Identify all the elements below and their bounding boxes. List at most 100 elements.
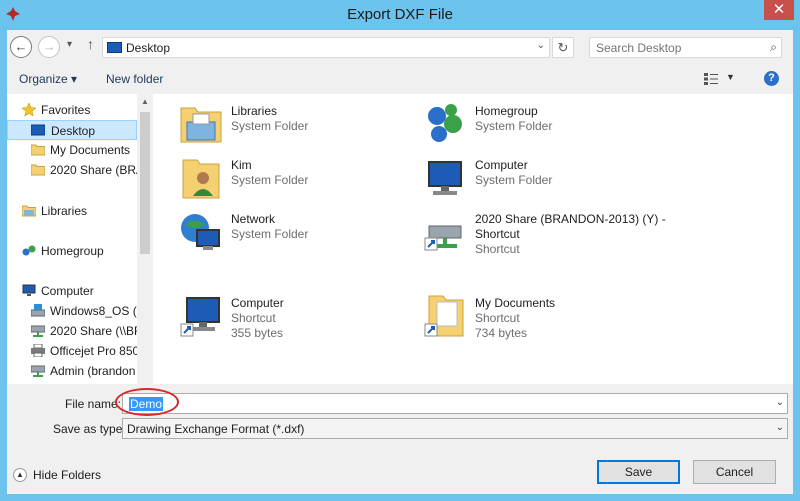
file-item-homegroup[interactable]: Homegroup System Folder [423, 102, 653, 152]
title-bar[interactable]: Export DXF File ✕ [0, 0, 800, 30]
view-options-dropdown[interactable]: ▼ [726, 72, 735, 82]
file-type: Shortcut [231, 311, 276, 325]
file-name: My Documents [475, 296, 556, 310]
sidebar-item-label: Desktop [51, 124, 96, 138]
folder-icon [31, 164, 45, 176]
file-name-dropdown-button[interactable]: ⌄ [776, 397, 784, 408]
computer-icon [22, 284, 36, 296]
up-button[interactable]: ↑ [87, 36, 94, 52]
file-type: System Folder [475, 119, 553, 133]
file-name: Computer [475, 158, 528, 172]
file-item-kim[interactable]: Kim System Folder [179, 156, 409, 206]
search-icon[interactable]: ⌕ [770, 40, 777, 55]
star-icon [22, 103, 36, 116]
command-bar: Organize ▾ New folder ▼ ? [7, 64, 793, 94]
file-item-libraries[interactable]: Libraries System Folder [179, 102, 409, 152]
sidebar-item-label: Favorites [41, 103, 91, 117]
desktop-icon [31, 124, 45, 136]
save-button[interactable]: Save [597, 460, 680, 484]
sidebar-item-label: Officejet Pro 850 [50, 344, 137, 358]
forward-button[interactable]: → [38, 36, 60, 58]
folder-shortcut-icon [424, 295, 464, 337]
file-name: 2020 Share (BRANDON-2013) (Y) - Shortcut [475, 212, 666, 242]
save-as-type-dropdown-button[interactable]: ⌄ [776, 422, 784, 433]
desktop-icon [107, 42, 122, 53]
search-input[interactable] [596, 41, 756, 55]
scrollbar-thumb[interactable] [140, 112, 150, 254]
sidebar-item-label: My Documents [50, 143, 131, 157]
chevron-up-icon: ▲ [13, 468, 27, 482]
file-list: Libraries System Folder Homegroup System… [153, 94, 793, 384]
organize-button[interactable]: Organize ▾ [19, 72, 77, 86]
homegroup-icon [22, 245, 36, 256]
file-name: Network [231, 212, 276, 226]
back-button[interactable]: ← [10, 36, 32, 58]
hide-folders-label: Hide Folders [33, 468, 102, 482]
sidebar-item-label: Computer [41, 284, 94, 298]
libraries-folder-icon [180, 107, 222, 143]
cancel-button[interactable]: Cancel [693, 460, 776, 484]
sidebar-item-computer[interactable]: Computer [7, 281, 137, 301]
save-as-type-value: Drawing Exchange Format (*.dxf) [127, 422, 305, 436]
save-as-type-label: Save as type: [53, 422, 126, 436]
file-item-my-documents-shortcut[interactable]: My Documents Shortcut 734 bytes [423, 294, 653, 344]
sidebar-item-label: Windows8_OS (C [50, 304, 137, 318]
network-drive-icon [31, 325, 45, 337]
navigation-pane: Favorites Desktop My Documents 2020 Shar… [7, 94, 153, 384]
close-button[interactable]: ✕ [764, 0, 794, 20]
highlight-ellipse [115, 388, 179, 416]
file-size: 355 bytes [231, 326, 284, 340]
computer-shortcut-icon [180, 297, 220, 337]
recent-locations-button[interactable]: ▾ [67, 39, 72, 50]
sidebar-item-favorites[interactable]: Favorites [7, 100, 137, 120]
file-name-field[interactable]: Demo ⌄ [122, 393, 788, 414]
sidebar-item-label: Homegroup [41, 244, 104, 258]
file-name: Homegroup [475, 104, 538, 118]
search-box[interactable]: ⌕ [589, 37, 782, 58]
sidebar-item-label: Admin (brandon [50, 364, 136, 378]
change-view-icon[interactable] [704, 73, 718, 85]
file-type: Shortcut [475, 311, 520, 325]
computer-icon [428, 161, 462, 195]
help-icon[interactable]: ? [764, 71, 779, 86]
file-item-computer-shortcut[interactable]: Computer Shortcut 355 bytes [179, 294, 409, 344]
navigation-bar: ← → ▾ ↑ Desktop ⌄ ↻ ⌕ [7, 30, 793, 64]
folder-icon [31, 144, 45, 156]
sidebar-item-label: Libraries [41, 204, 88, 218]
file-item-network[interactable]: Network System Folder [179, 210, 409, 260]
sidebar-item-label: 2020 Share (BRAN [50, 163, 137, 177]
file-size: 734 bytes [475, 326, 528, 340]
sidebar-item-admin[interactable]: Admin (brandon [7, 361, 137, 381]
dialog-body: ← → ▾ ↑ Desktop ⌄ ↻ ⌕ Organize ▾ New fol… [7, 30, 793, 494]
navigation-pane-scrollbar[interactable]: ▲ [137, 94, 153, 384]
file-item-computer[interactable]: Computer System Folder [423, 156, 653, 206]
file-name-label: File name: [65, 397, 122, 411]
address-bar[interactable]: Desktop ⌄ [102, 37, 550, 58]
sidebar-item-windows8-os[interactable]: Windows8_OS (C [7, 301, 137, 321]
sidebar-item-libraries[interactable]: Libraries [7, 201, 137, 221]
save-as-type-select[interactable]: Drawing Exchange Format (*.dxf) ⌄ [122, 418, 788, 439]
file-type: System Folder [231, 173, 309, 187]
network-icon [181, 214, 220, 250]
file-name: Libraries [231, 104, 278, 118]
sidebar-item-label: 2020 Share (\\BR [50, 324, 137, 338]
address-text: Desktop [126, 41, 171, 55]
homegroup-icon [428, 104, 462, 142]
file-name: Computer [231, 296, 284, 310]
sidebar-item-officejet[interactable]: Officejet Pro 850 [7, 341, 137, 361]
refresh-button[interactable]: ↻ [552, 37, 574, 58]
sidebar-item-desktop[interactable]: Desktop [7, 120, 137, 140]
new-folder-button[interactable]: New folder [106, 72, 163, 86]
scroll-up-icon[interactable]: ▲ [141, 97, 149, 106]
sidebar-item-2020-share-network[interactable]: 2020 Share (\\BR [7, 321, 137, 341]
address-dropdown-button[interactable]: ⌄ [537, 40, 545, 51]
file-name-line: 2020 Share (BRANDON-2013) (Y) - [475, 212, 666, 226]
file-name-line: Shortcut [475, 227, 520, 241]
sidebar-item-homegroup[interactable]: Homegroup [7, 241, 137, 261]
file-type: System Folder [231, 119, 309, 133]
sidebar-item-my-documents[interactable]: My Documents [7, 140, 137, 160]
sidebar-item-2020-share[interactable]: 2020 Share (BRAN [7, 160, 137, 180]
window-title: Export DXF File [347, 6, 453, 23]
file-item-2020-share-shortcut[interactable]: 2020 Share (BRANDON-2013) (Y) - Shortcut… [423, 210, 666, 260]
network-drive-icon [31, 365, 45, 377]
